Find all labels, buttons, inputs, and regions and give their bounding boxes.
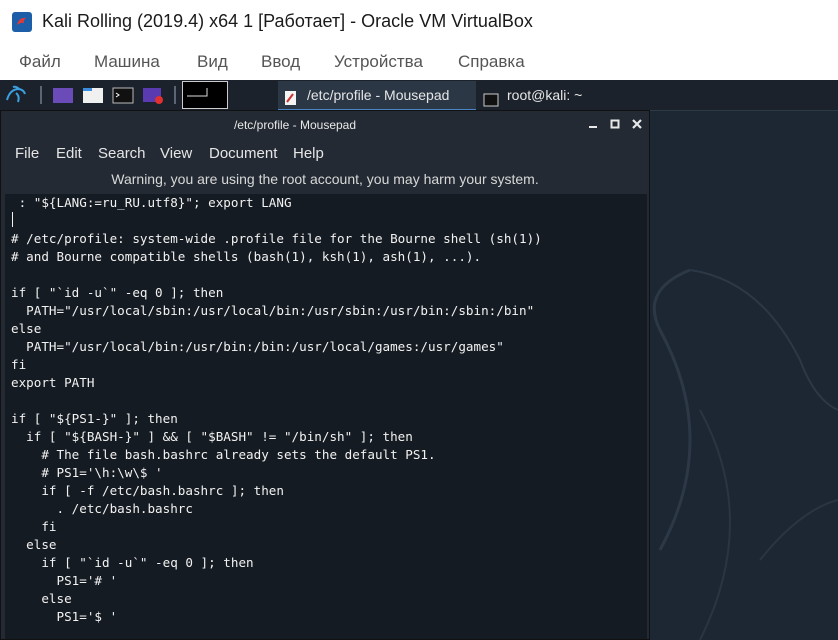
menu-file[interactable]: File: [15, 145, 39, 162]
menu-search[interactable]: Search: [98, 145, 146, 162]
code-line: if [ -f /etc/bash.bashrc ]; then: [11, 483, 284, 498]
code-line: if [ "${PS1-}" ]; then: [11, 411, 178, 426]
code-line: . /etc/bash.bashrc: [11, 501, 193, 516]
text-editor-area[interactable]: : "${LANG:=ru_RU.utf8}"; export LANG # /e…: [5, 194, 647, 639]
code-line: else: [11, 537, 57, 552]
menu-help[interactable]: Справка: [458, 52, 525, 72]
terminal-launcher-icon[interactable]: [112, 84, 134, 106]
mousepad-titlebar[interactable]: /etc/profile - Mousepad: [1, 111, 649, 139]
code-line: if [ "${BASH-}" ] && [ "$BASH" != "/bin/…: [11, 429, 413, 444]
menu-document[interactable]: Document: [209, 145, 277, 162]
mousepad-window: /etc/profile - Mousepad File Edit Search…: [0, 110, 650, 640]
menu-input[interactable]: Ввод: [261, 52, 300, 72]
menu-devices[interactable]: Устройства: [334, 52, 423, 72]
task-label: /etc/profile - Mousepad: [307, 87, 450, 103]
code-line: fi: [11, 357, 27, 372]
workspace-switcher[interactable]: [182, 81, 228, 109]
document-icon: [284, 87, 298, 105]
menu-help[interactable]: Help: [293, 145, 324, 162]
task-label: root@kali: ~: [507, 87, 583, 103]
menu-file[interactable]: Файл: [19, 52, 61, 72]
window-title: Kali Rolling (2019.4) x64 1 [Работает] -…: [42, 11, 533, 31]
root-warning-text: Warning, you are using the root account,…: [111, 171, 539, 187]
virtualbox-logo-icon: [12, 12, 32, 32]
code-line: PS1='$ ': [11, 609, 118, 624]
code-line: PATH="/usr/local/bin:/usr/bin:/bin:/usr/…: [11, 339, 504, 354]
menu-view[interactable]: View: [160, 145, 192, 162]
code-line: # and Bourne compatible shells (bash(1),…: [11, 249, 482, 264]
virtualbox-menubar: Файл Машина Вид Ввод Устройства Справка: [0, 44, 838, 80]
minimize-button[interactable]: [586, 117, 600, 131]
virtualbox-titlebar: Kali Rolling (2019.4) x64 1 [Работает] -…: [0, 0, 838, 44]
screen-recorder-icon[interactable]: [142, 84, 164, 106]
taskbar-separator: [40, 86, 42, 104]
terminal-icon: [483, 88, 499, 107]
code-line: else: [11, 591, 72, 606]
task-terminal[interactable]: root@kali: ~: [478, 81, 638, 109]
taskbar-separator: [174, 86, 176, 104]
menu-view[interactable]: Вид: [197, 52, 228, 72]
maximize-button[interactable]: [608, 117, 622, 131]
code-line: if [ "`id -u`" -eq 0 ]; then: [11, 555, 254, 570]
code-line: export PATH: [11, 375, 95, 390]
menu-edit[interactable]: Edit: [56, 145, 82, 162]
code-line: # The file bash.bashrc already sets the …: [11, 447, 436, 462]
code-line: if [ "`id -u`" -eq 0 ]; then: [11, 285, 224, 300]
kali-taskbar: /etc/profile - Mousepad root@kali: ~: [0, 80, 838, 111]
code-line: PS1='# ': [11, 573, 118, 588]
mousepad-title: /etc/profile - Mousepad: [233, 118, 357, 132]
mousepad-menubar: File Edit Search View Document Help: [1, 139, 649, 169]
text-cursor: [12, 212, 13, 227]
menu-machine[interactable]: Машина: [94, 52, 160, 72]
code-line: else: [11, 321, 42, 336]
code-line: fi: [11, 519, 57, 534]
folder-icon[interactable]: [82, 84, 104, 106]
close-button[interactable]: [630, 117, 644, 131]
code-line: # PS1='\h:\w\$ ': [11, 465, 163, 480]
guest-desktop: /etc/profile - Mousepad root@kali: ~ /et…: [0, 80, 838, 640]
code-line: # /etc/profile: system-wide .profile fil…: [11, 231, 542, 246]
code-line: PATH="/usr/local/sbin:/usr/local/bin:/us…: [11, 303, 535, 318]
code-line: : "${LANG:=ru_RU.utf8}"; export LANG: [11, 195, 292, 210]
task-mousepad[interactable]: /etc/profile - Mousepad: [278, 81, 476, 111]
kali-menu-icon[interactable]: [4, 84, 28, 106]
workspace-icon[interactable]: [52, 84, 74, 106]
